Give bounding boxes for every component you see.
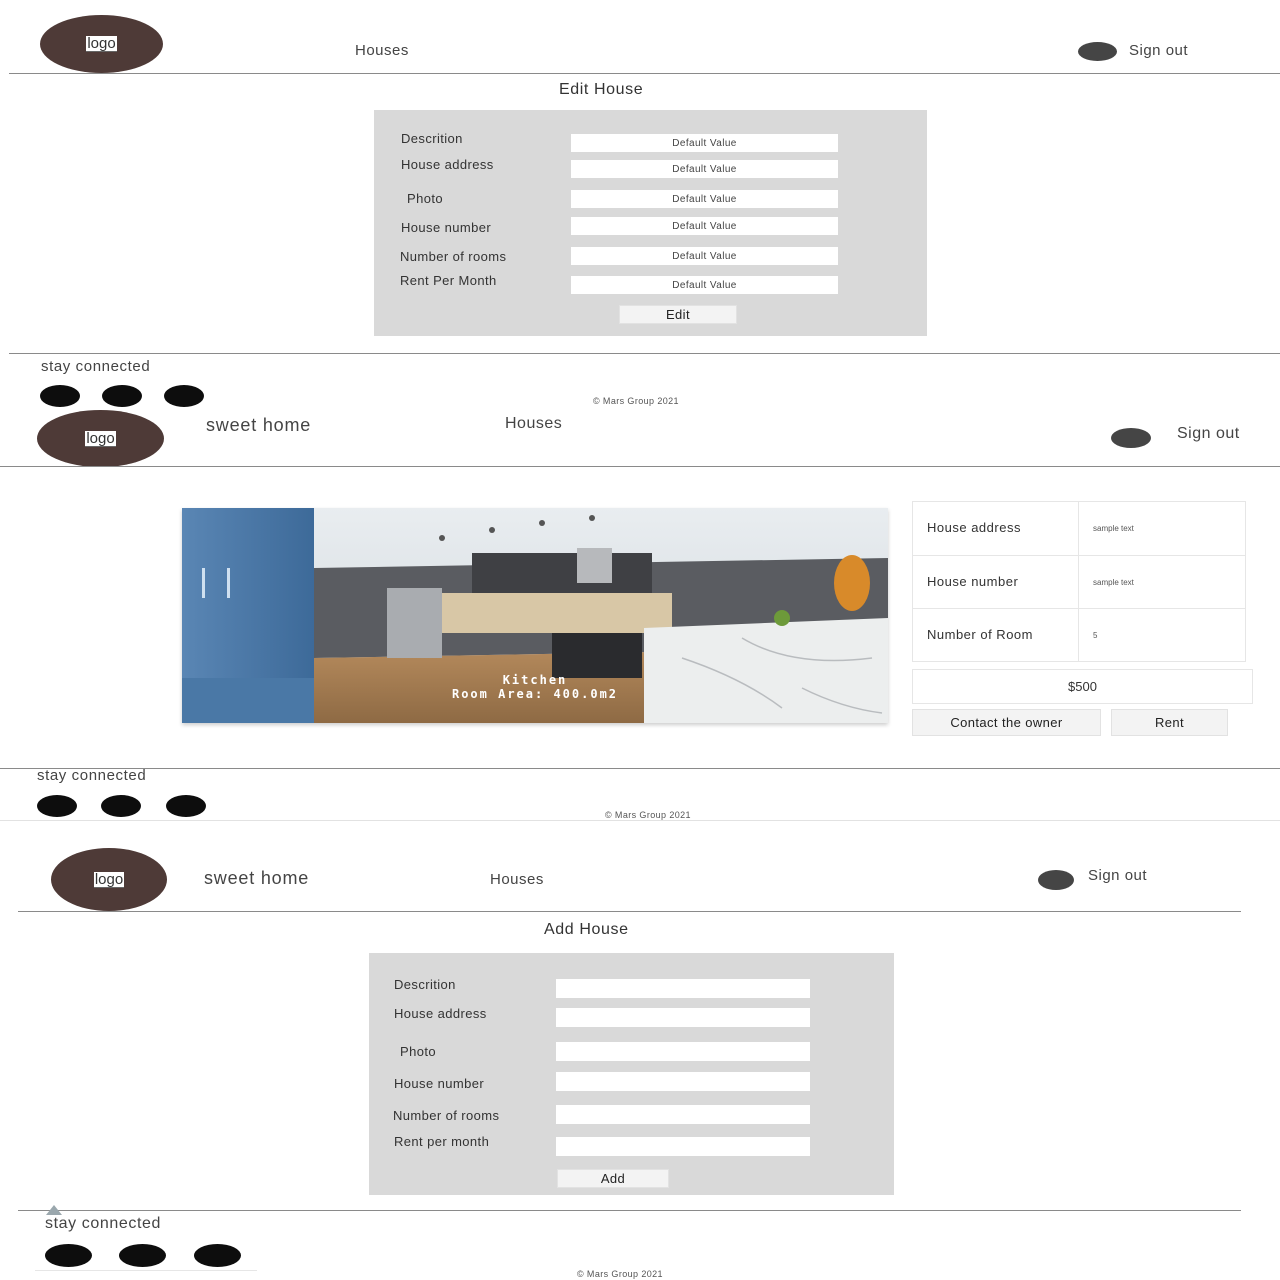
section-divider [0,820,1280,821]
contact-owner-button[interactable]: Contact the owner [912,709,1101,736]
number-of-rooms-field[interactable] [571,247,838,265]
stay-connected-label: stay connected [41,358,151,375]
avatar-icon[interactable] [1038,870,1074,890]
table-cell: House number [912,555,1079,609]
avatar-icon[interactable] [1078,42,1117,61]
sign-out-link[interactable]: Sign out [1088,867,1147,884]
description-field[interactable] [571,134,838,152]
photo-field[interactable] [571,190,838,208]
rent-per-month-field[interactable] [571,276,838,294]
social-icon-2[interactable] [101,795,141,817]
add-button[interactable]: Add [557,1169,669,1188]
photo-field[interactable] [556,1042,810,1061]
brand-name: sweet home [206,415,312,435]
number-of-rooms-label: Number of rooms [393,1108,500,1123]
nav-houses-link[interactable]: Houses [355,42,409,59]
caret-up-icon [46,1205,62,1215]
house-number-label: House number [401,220,492,235]
stay-connected-label: stay connected [37,767,147,784]
house-address-field[interactable] [571,160,838,178]
header-divider [9,73,1280,74]
logo-text: logo [86,35,117,52]
nav-houses-link[interactable]: Houses [490,871,544,888]
social-icon-2[interactable] [119,1244,166,1267]
price-display: $500 [912,669,1253,704]
add-form-panel: Descrition House address Photo House num… [369,953,894,1195]
social-icon-1[interactable] [37,795,77,817]
footer-divider [18,1210,1241,1211]
table-cell: 5 [1078,608,1246,662]
house-number-label: House number [927,574,1019,589]
edit-form-panel: Descrition House address Photo House num… [374,110,927,336]
header-divider [18,911,1241,912]
footer-divider [0,768,1280,769]
avatar-icon[interactable] [1111,428,1151,448]
logo-text: logo [85,429,116,447]
footer-divider [9,353,1280,354]
page-title: Add House [544,921,629,938]
photo-caption-title: Kitchen [502,673,568,687]
social-icon-3[interactable] [166,795,206,817]
footer-underline [35,1270,257,1271]
number-of-rooms-field[interactable] [556,1105,810,1124]
house-address-label: House address [394,1006,487,1021]
stay-connected-label: stay connected [45,1215,162,1232]
house-number-field[interactable] [571,217,838,235]
house-number-field[interactable] [556,1072,810,1091]
house-address-value: sample text [1093,524,1134,533]
page-title: Edit House [559,81,644,98]
table-cell: Number of Room [912,608,1079,662]
house-address-field[interactable] [556,1008,810,1027]
copyright-text: © Mars Group 2021 [577,1269,663,1279]
rent-button[interactable]: Rent [1111,709,1228,736]
number-of-room-value: 5 [1093,631,1098,640]
description-label: Descrition [401,131,463,146]
logo[interactable]: logo [40,15,163,73]
social-icon-1[interactable] [45,1244,92,1267]
photo-caption-area: Room Area: 400.0m2 [451,687,619,701]
copyright-text: © Mars Group 2021 [605,810,691,820]
social-icon-3[interactable] [164,385,204,407]
nav-houses-link[interactable]: Houses [505,415,562,433]
brand-name: sweet home [204,868,310,888]
table-cell: sample text [1078,501,1246,556]
logo-text: logo [93,870,125,888]
social-icon-2[interactable] [102,385,142,407]
house-number-label: House number [394,1076,485,1091]
social-icon-3[interactable] [194,1244,241,1267]
house-address-label: House address [401,157,494,172]
sign-out-link[interactable]: Sign out [1129,42,1188,59]
photo-label: Photo [407,191,443,206]
house-address-label: House address [927,520,1021,535]
number-of-room-label: Number of Room [927,627,1033,642]
rent-per-month-label: Rent Per Month [400,273,497,288]
rent-per-month-field[interactable] [556,1137,810,1156]
header-divider [0,466,1280,467]
edit-button[interactable]: Edit [619,305,737,324]
logo[interactable]: logo [51,848,167,911]
sign-out-link[interactable]: Sign out [1177,425,1240,443]
copyright-text: © Mars Group 2021 [593,396,679,406]
number-of-rooms-label: Number of rooms [400,249,507,264]
social-icon-1[interactable] [40,385,80,407]
description-label: Descrition [394,977,456,992]
house-number-value: sample text [1093,578,1134,587]
logo[interactable]: logo [37,410,164,467]
rent-per-month-label: Rent per month [394,1134,490,1149]
table-cell: sample text [1078,555,1246,609]
house-photo: Kitchen Room Area: 400.0m2 [182,508,888,723]
description-field[interactable] [556,979,810,998]
photo-label: Photo [400,1044,436,1059]
table-cell: House address [912,501,1079,556]
